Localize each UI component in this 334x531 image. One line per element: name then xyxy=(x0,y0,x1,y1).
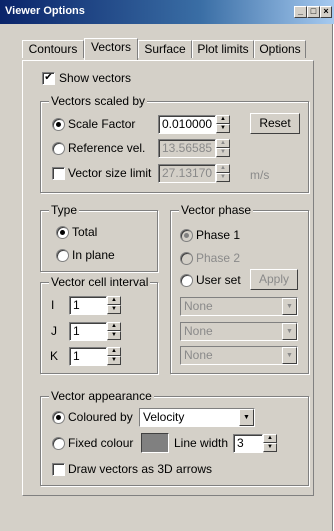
tab-options[interactable]: Options xyxy=(254,40,306,58)
cell-i-input[interactable]: 1 xyxy=(69,296,107,315)
reference-vel-label: Reference vel. xyxy=(68,141,146,155)
phase1-label: Phase 1 xyxy=(196,228,241,242)
chevron-down-icon[interactable]: ▼ xyxy=(239,409,254,426)
scale-factor-label: Scale Factor xyxy=(68,117,136,131)
vector-size-limit-input[interactable]: 27.13170 xyxy=(158,164,216,183)
line-width-input[interactable]: 3 xyxy=(233,434,263,453)
cell-i-spinner[interactable]: ▲ ▼ xyxy=(107,296,121,315)
vector-size-limit-checkbox[interactable] xyxy=(52,167,65,180)
type-in-plane-radio[interactable] xyxy=(56,249,69,262)
user-set-radio[interactable] xyxy=(180,274,193,287)
phase-combo-1-value: None xyxy=(184,299,213,313)
fixed-colour-label: Fixed colour xyxy=(68,436,134,450)
draw-3d-arrows-label: Draw vectors as 3D arrows xyxy=(68,462,213,476)
fixed-colour-radio[interactable] xyxy=(52,437,65,450)
type-in-plane-label: In plane xyxy=(72,248,115,262)
cell-k-label: K xyxy=(50,349,59,363)
type-group: Type xyxy=(40,203,158,272)
title-bar[interactable]: Viewer Options _ □ × xyxy=(0,0,334,24)
chevron-down-icon[interactable]: ▼ xyxy=(282,298,297,315)
scale-factor-spinner[interactable]: ▲ ▼ xyxy=(216,115,230,134)
type-total-radio[interactable] xyxy=(56,226,69,239)
line-width-spinner[interactable]: ▲ ▼ xyxy=(263,434,277,453)
user-set-label: User set xyxy=(196,273,241,287)
tab-plot-limits[interactable]: Plot limits xyxy=(192,40,254,58)
coloured-by-label: Coloured by xyxy=(68,410,133,424)
draw-3d-arrows-checkbox[interactable] xyxy=(52,463,65,476)
scale-factor-radio[interactable] xyxy=(52,118,65,131)
close-icon[interactable]: × xyxy=(320,6,332,18)
tab-vectors[interactable]: Vectors xyxy=(84,38,138,60)
show-vectors-label: Show vectors xyxy=(59,71,132,85)
window-title: Viewer Options xyxy=(5,5,85,17)
viewer-options-window: Viewer Options _ □ × Contours Vectors Su… xyxy=(0,0,334,531)
coloured-by-value: Velocity xyxy=(143,410,185,424)
coloured-by-radio[interactable] xyxy=(52,411,65,424)
apply-button[interactable]: Apply xyxy=(250,269,298,290)
type-total-label: Total xyxy=(72,225,98,239)
reference-vel-input[interactable]: 13.56585 xyxy=(158,139,216,158)
line-width-label: Line width xyxy=(174,436,229,450)
chevron-down-icon[interactable]: ▼ xyxy=(282,347,297,364)
tab-surface[interactable]: Surface xyxy=(138,40,192,58)
vector-size-limit-spinner[interactable]: ▲ ▼ xyxy=(216,164,230,183)
cell-j-input[interactable]: 1 xyxy=(69,322,107,341)
reset-button[interactable]: Reset xyxy=(250,113,300,134)
phase2-label: Phase 2 xyxy=(196,251,241,265)
phase-combo-2-value: None xyxy=(184,324,213,338)
cell-k-input[interactable]: 1 xyxy=(69,347,107,366)
phase1-radio[interactable] xyxy=(180,229,193,242)
tab-contours[interactable]: Contours xyxy=(22,40,84,58)
phase-combo-3-value: None xyxy=(184,348,213,362)
coloured-by-select[interactable]: Velocity ▼ xyxy=(139,408,255,427)
cell-i-label: I xyxy=(51,298,55,312)
chevron-down-icon[interactable]: ▼ xyxy=(282,323,297,340)
maximize-icon[interactable]: □ xyxy=(307,6,320,18)
size-limit-unit: m/s xyxy=(250,168,270,182)
reference-vel-radio[interactable] xyxy=(52,142,65,155)
phase2-radio[interactable] xyxy=(180,252,193,265)
fixed-colour-swatch[interactable] xyxy=(141,433,169,453)
phase-combo-3[interactable]: None ▼ xyxy=(180,346,298,365)
vector-phase-title: Vector phase xyxy=(179,203,254,217)
vector-size-limit-label: Vector size limit xyxy=(68,166,152,180)
phase-combo-2[interactable]: None ▼ xyxy=(180,322,298,341)
cell-j-label: J xyxy=(51,324,57,338)
cell-k-spinner[interactable]: ▲ ▼ xyxy=(107,347,121,366)
reference-vel-spinner[interactable]: ▲ ▼ xyxy=(216,139,230,158)
vector-cell-interval-title: Vector cell interval xyxy=(49,275,151,289)
show-vectors-checkbox[interactable]: ✔ xyxy=(42,72,55,85)
phase-combo-1[interactable]: None ▼ xyxy=(180,297,298,316)
vectors-tab-panel: ✔ Show vectors Vectors scaled by Scale F… xyxy=(22,60,314,496)
type-title: Type xyxy=(49,203,80,217)
scale-factor-input[interactable]: 0.010000 xyxy=(158,115,216,134)
cell-j-spinner[interactable]: ▲ ▼ xyxy=(107,322,121,341)
minimize-icon[interactable]: _ xyxy=(294,6,307,18)
vectors-scaled-by-title: Vectors scaled by xyxy=(49,94,148,108)
vector-appearance-title: Vector appearance xyxy=(49,389,154,403)
